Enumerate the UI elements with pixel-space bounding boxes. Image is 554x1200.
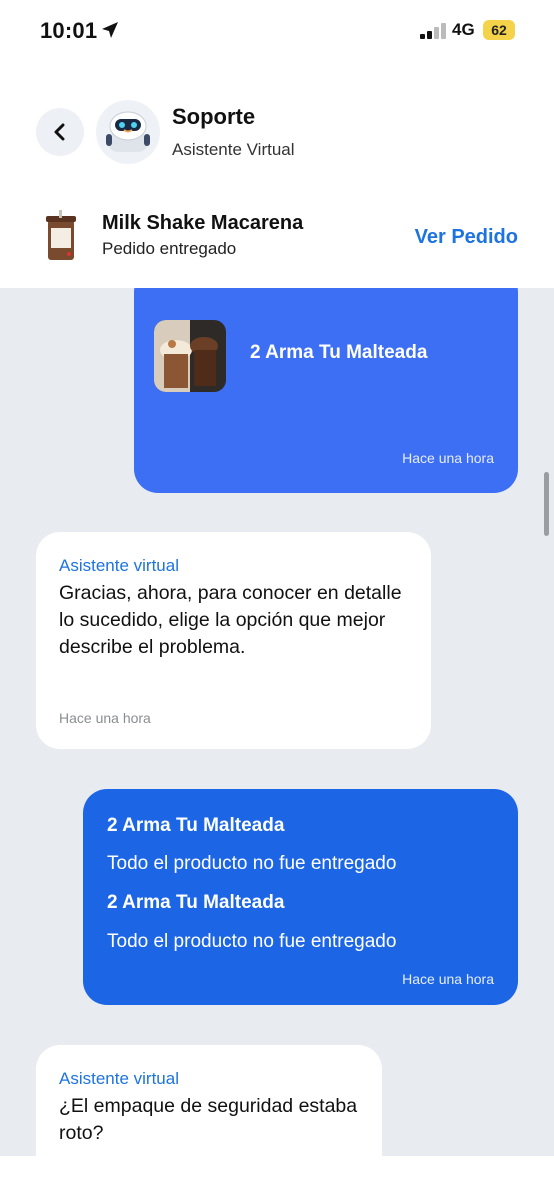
sender-label: Asistente virtual: [59, 556, 179, 575]
avatar: [96, 100, 160, 164]
order-summary: Milk Shake Macarena Pedido entregado Ver…: [0, 186, 554, 288]
issue-reason: Todo el producto no fue entregado: [107, 931, 397, 952]
battery-level: 62: [491, 22, 507, 38]
product-name: 2 Arma Tu Malteada: [107, 815, 285, 836]
robot-icon: [106, 111, 150, 152]
view-order-link[interactable]: Ver Pedido: [415, 226, 518, 249]
message-outgoing: 2 Arma Tu Malteada Hace una hora: [134, 288, 518, 493]
network-type: 4G: [452, 20, 475, 39]
chat-header: Soporte Asistente Virtual: [0, 64, 554, 250]
issue-reason: Todo el producto no fue entregado: [107, 853, 397, 874]
signal-icon: [420, 23, 446, 39]
battery-icon: 62: [483, 20, 515, 40]
message-time: Hace una hora: [402, 450, 494, 466]
message-time: Hace una hora: [402, 971, 494, 987]
chevron-left-icon: [54, 123, 65, 141]
scrollbar[interactable]: [544, 472, 549, 536]
store-name: Milk Shake Macarena: [102, 212, 304, 234]
sender-label: Asistente virtual: [59, 1069, 179, 1088]
message-outgoing: 2 Arma Tu Malteada Todo el producto no f…: [83, 789, 518, 1005]
product-name: 2 Arma Tu Malteada: [250, 342, 428, 363]
store-logo: [46, 210, 76, 260]
status-time: 10:01: [40, 18, 98, 43]
message-incoming: Asistente virtual ¿El empaque de segurid…: [36, 1045, 382, 1156]
order-status: Pedido entregado: [102, 239, 237, 258]
product-image: [154, 320, 226, 392]
status-bar: 10:01 4G 62: [0, 0, 554, 64]
page-subtitle: Asistente Virtual: [172, 140, 295, 159]
chat-messages[interactable]: 2 Arma Tu Malteada Hace una hora Asisten…: [0, 288, 554, 1156]
bottom-bar: [0, 1156, 554, 1200]
page-title: Soporte: [172, 104, 256, 129]
location-arrow-icon: [102, 22, 118, 38]
message-incoming: Asistente virtual Gracias, ahora, para c…: [36, 532, 431, 749]
message-text: Gracias, ahora, para conocer en detalle …: [59, 582, 402, 658]
message-time: Hace una hora: [59, 710, 151, 726]
back-button[interactable]: [36, 108, 84, 156]
product-name: 2 Arma Tu Malteada: [107, 892, 285, 913]
message-text: ¿El empaque de seguridad estaba roto?: [59, 1095, 358, 1144]
